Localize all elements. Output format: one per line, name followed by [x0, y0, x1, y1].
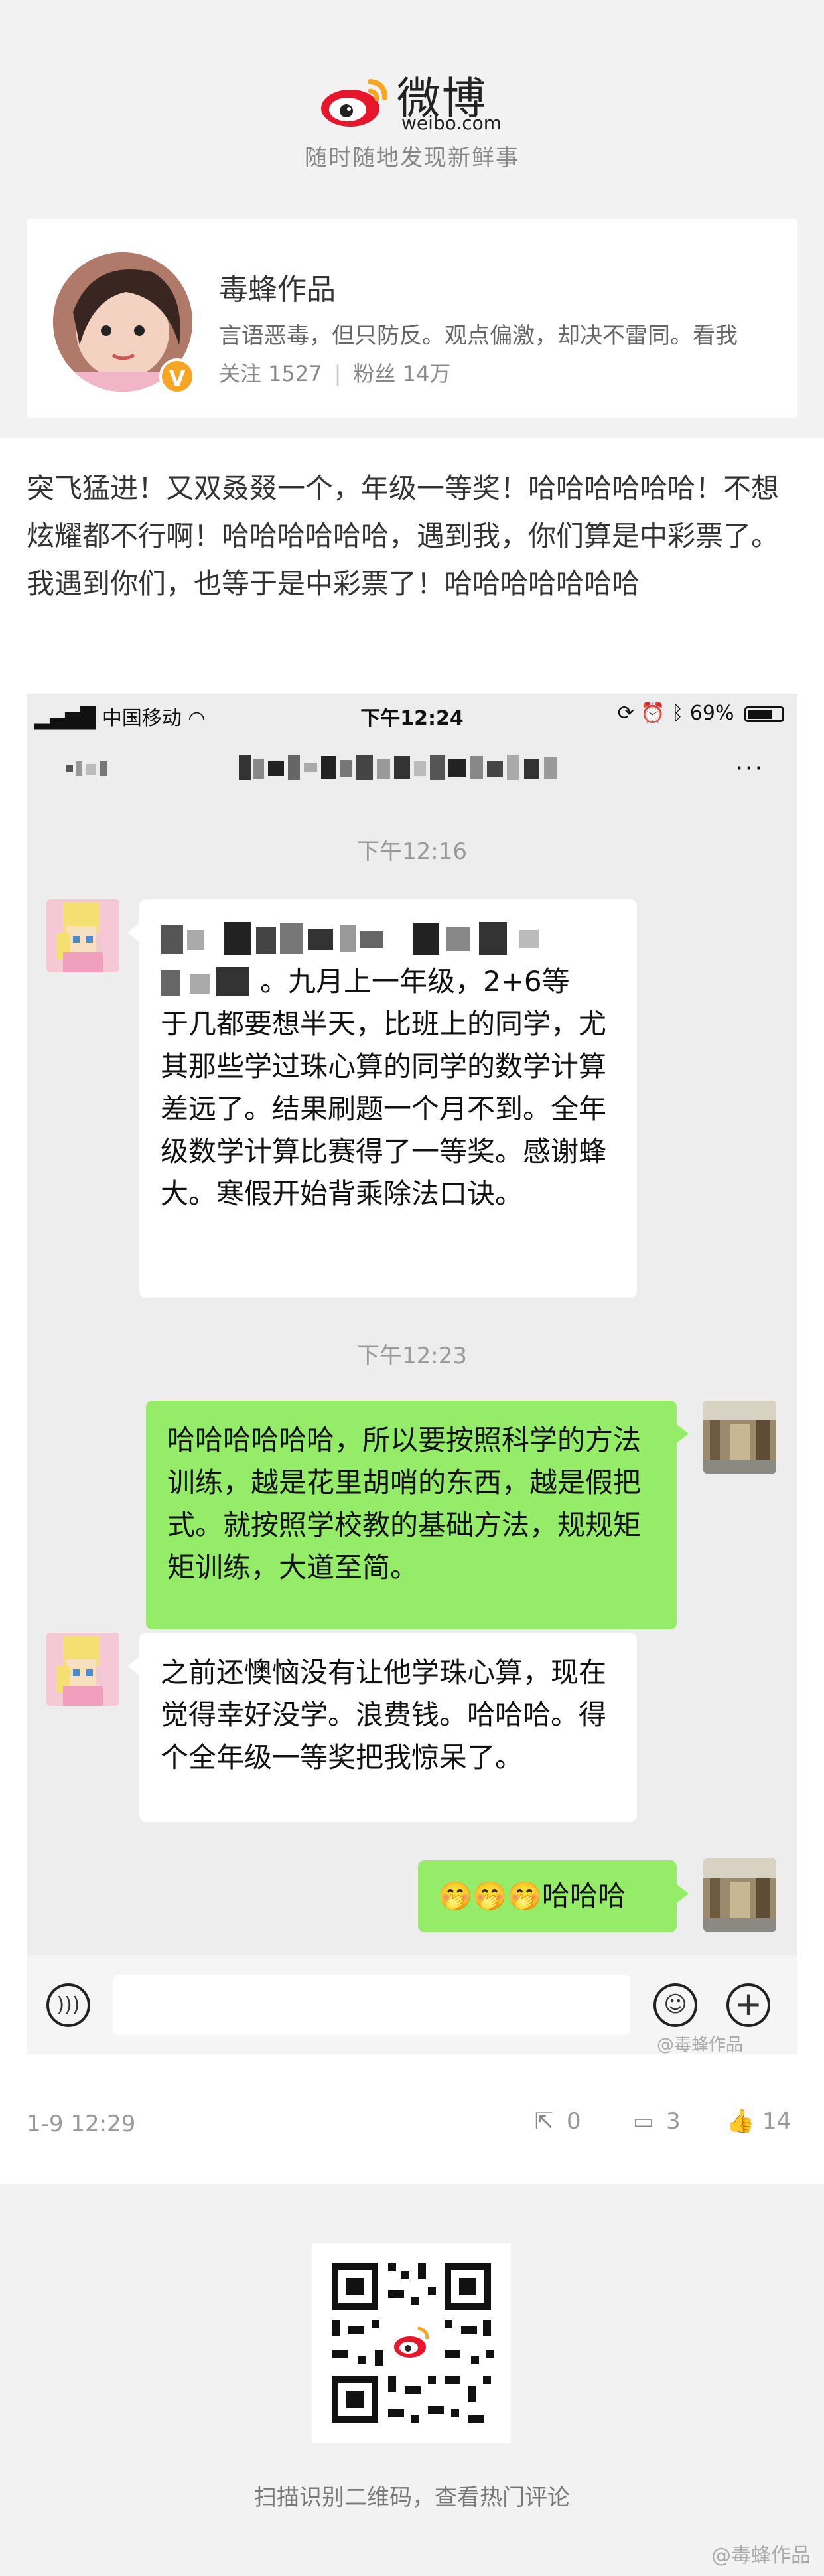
profile-card[interactable]: V 毒蜂作品 言语恶毒，但只防反。观点偏激，却决不雷同。看我 关注 1527 | 粉… — [27, 219, 797, 418]
status-right: ⟳ ⏰ ᛒ 69% — [618, 702, 784, 725]
contact-avatar-image — [46, 1633, 119, 1706]
add-icon[interactable]: + — [726, 1983, 770, 2027]
back-button-pixelated[interactable] — [66, 759, 139, 779]
verified-badge: V — [159, 358, 195, 394]
post: 突飞猛进！又双叒叕一个，年级一等奖！哈哈哈哈哈哈！不想炫耀都不行啊！哈哈哈哈哈哈… — [0, 438, 824, 2184]
status-bar: ▂▄▆█ 中国移动 ◠ 下午12:24 ⟳ ⏰ ᛒ 69% — [27, 694, 797, 733]
incoming-message-bubble[interactable]: 之前还懊恼没有让他学珠心算，现在觉得幸好没学。浪费钱。哈哈哈。得个全年级一等奖把… — [127, 1633, 637, 1822]
stats-divider: | — [334, 361, 342, 386]
like-count: 14 — [762, 2108, 791, 2135]
slogan: 随时随地发现新鲜事 — [305, 145, 519, 171]
inner-watermark: @毒蜂作品 — [657, 2035, 744, 2054]
contact-avatar-image — [46, 899, 119, 972]
bottom-watermark: @毒蜂作品 — [711, 2544, 811, 2567]
lock-rotation-icon: ⟳ — [617, 702, 634, 725]
comment-icon: ▭ — [632, 2108, 655, 2135]
qr-caption: 扫描识别二维码，查看热门评论 — [254, 2484, 570, 2511]
contact-avatar[interactable] — [46, 1633, 119, 1706]
like-icon: 👍 — [726, 2108, 755, 2135]
bluetooth-icon: ᛒ — [671, 702, 684, 725]
weibo-eye-icon — [321, 79, 387, 127]
contact-avatar[interactable] — [46, 899, 119, 972]
chat-title-pixelated — [239, 755, 557, 780]
battery-icon — [744, 706, 784, 722]
post-footer: 1-9 12:29 ⇱ 0 ▭ 3 👍 14 — [0, 2091, 824, 2157]
self-avatar-image — [703, 1858, 776, 1932]
voice-input-icon[interactable]: ))) — [46, 1983, 90, 2027]
post-text: 突飞猛进！又双叒叕一个，年级一等奖！哈哈哈哈哈哈！不想炫耀都不行啊！哈哈哈哈哈哈… — [27, 472, 780, 600]
profile-stats: 关注 1527 | 粉丝 14万 — [219, 357, 450, 388]
chat-screenshot: ▂▄▆█ 中国移动 ◠ 下午12:24 ⟳ ⏰ ᛒ 69% ··· 下午12:1… — [27, 694, 797, 2054]
message-text-line2: 。九月上一年级，2+6等 — [260, 965, 570, 998]
repost-count: 0 — [567, 2108, 581, 2135]
profile-name[interactable]: 毒蜂作品 — [219, 265, 336, 308]
self-avatar-image — [703, 1401, 776, 1474]
outgoing-message-bubble[interactable]: 哈哈哈哈哈哈，所以要按照科学的方法训练，越是花里胡哨的东西，越是假把式。就按照学… — [146, 1401, 689, 1629]
profile-bio: 言语恶毒，但只防反。观点偏激，却决不雷同。看我 — [219, 323, 738, 349]
pixelated-text — [161, 918, 616, 960]
message-input[interactable] — [113, 1975, 630, 2035]
weibo-logo[interactable]: 微博 weibo.com — [318, 63, 531, 136]
alarm-icon: ⏰ — [640, 702, 665, 725]
message-text: 于几都要想半天，比班上的同学，尤其那些学过珠心算的同学的数学计算差远了。结果刷题… — [161, 1008, 607, 1210]
outgoing-message-bubble[interactable]: 🤭🤭🤭哈哈哈 — [418, 1860, 689, 1932]
chat-timestamp: 下午12:23 — [357, 1343, 467, 1369]
followers-count[interactable]: 粉丝 14万 — [353, 361, 450, 386]
logo-subtext: weibo.com — [401, 112, 502, 134]
self-avatar[interactable] — [703, 1401, 776, 1474]
header: 微博 weibo.com 随时随地发现新鲜事 — [0, 0, 824, 199]
emoji-icon[interactable]: ☺ — [653, 1983, 697, 2027]
like-button[interactable]: 👍 14 — [726, 2108, 791, 2135]
more-options-icon[interactable]: ··· — [735, 753, 764, 784]
comment-count: 3 — [666, 2108, 681, 2135]
pixelated-text-line2: 。九月上一年级，2+6等 — [161, 960, 616, 1003]
qr-code-image — [312, 2243, 511, 2443]
battery-percent: 69% — [689, 702, 734, 725]
post-date: 1-9 12:29 — [27, 2111, 136, 2137]
chat-timestamp: 下午12:16 — [357, 838, 467, 865]
self-avatar[interactable] — [703, 1858, 776, 1932]
qr-code[interactable] — [312, 2243, 511, 2443]
repost-button[interactable]: ⇱ 0 — [531, 2108, 581, 2135]
repost-icon: ⇱ — [534, 2108, 554, 2135]
comment-button[interactable]: ▭ 3 — [630, 2108, 681, 2135]
chat-navbar: ··· — [27, 733, 797, 800]
incoming-message-bubble[interactable]: 。九月上一年级，2+6等 于几都要想半天，比班上的同学，尤其那些学过珠心算的同学… — [127, 899, 637, 1298]
following-count[interactable]: 关注 1527 — [219, 361, 322, 386]
